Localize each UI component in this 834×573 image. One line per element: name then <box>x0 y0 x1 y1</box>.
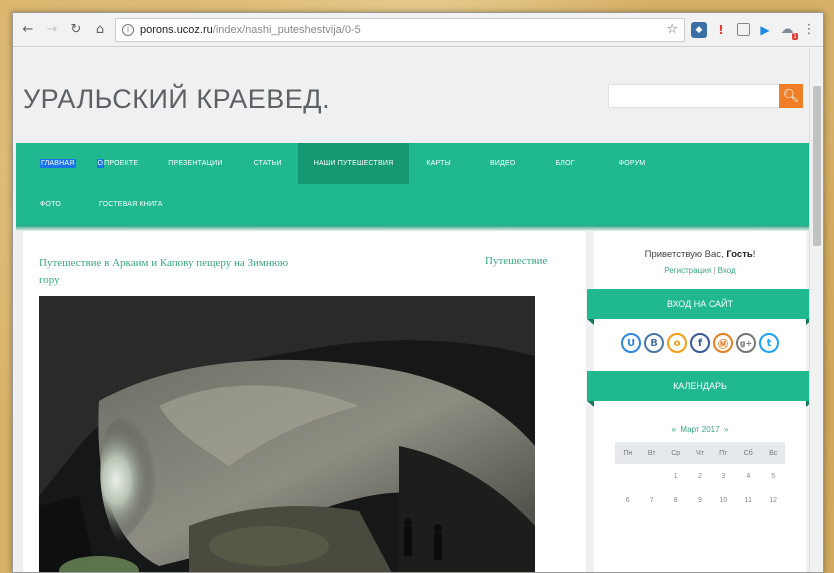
main-content: Путешествие в Аркаим и Капову пещеру на … <box>23 231 586 572</box>
cave-photo <box>39 296 535 572</box>
nav-item-blog[interactable]: БЛОГ <box>536 143 595 184</box>
reload-icon[interactable]: ↻ <box>67 21 85 39</box>
calendar-week-row: 1 2 3 4 5 <box>615 464 785 488</box>
calendar-day <box>641 464 663 488</box>
browser-toolbar: ← → ↻ ⌂ i porons.ucoz.ru/index/nashi_put… <box>13 13 823 47</box>
back-arrow-icon[interactable]: ← <box>19 21 37 39</box>
odnoklassniki-icon[interactable]: o <box>667 333 687 353</box>
mailru-icon[interactable]: Ⓜ <box>713 333 733 353</box>
nav-item-forum[interactable]: ФОРУМ <box>595 143 666 184</box>
nav-item-guestbook[interactable]: ГОСТЕВАЯ КНИГА <box>85 184 177 225</box>
forward-arrow-icon[interactable]: → <box>43 21 61 39</box>
nav-label: ГЛАВНАЯ <box>40 159 76 168</box>
shield-extension-icon[interactable]: ◆ <box>691 21 707 38</box>
link-separator: | <box>713 266 716 275</box>
weekday-label: Вт <box>640 442 663 464</box>
sidebar: Приветствую Вас, Гость! Регистрация | Вх… <box>587 231 809 572</box>
main-navigation: ГЛАВНАЯ О ПРОЕКТЕ ПРЕЗЕНТАЦИИ СТАТЬИ НАШ… <box>16 143 809 225</box>
home-icon[interactable]: ⌂ <box>91 21 109 39</box>
calendar-prev-link[interactable]: « <box>672 425 676 434</box>
weekday-label: Чт <box>688 442 712 464</box>
weekday-label: Вс <box>761 442 785 464</box>
weekday-label: Пт <box>711 442 736 464</box>
calendar-month-link[interactable]: Март 2017 <box>680 425 719 434</box>
calendar-day: 4 <box>746 472 751 480</box>
play-extension-icon[interactable]: ▶ <box>757 22 773 38</box>
calendar-day: 11 <box>744 496 752 504</box>
url-host: porons.ucoz.ru <box>140 23 213 36</box>
info-icon[interactable]: i <box>122 23 134 36</box>
calendar-day: 7 <box>649 496 654 504</box>
calendar-day: 3 <box>721 472 726 480</box>
nav-item-articles[interactable]: СТАТЬИ <box>240 143 298 184</box>
weekday-label: Сб <box>735 442 762 464</box>
greeting-suffix: ! <box>752 249 756 260</box>
bookmark-star-icon[interactable]: ☆ <box>666 22 678 37</box>
greeting-user: Гость <box>726 249 753 260</box>
register-link[interactable]: Регистрация <box>664 266 711 275</box>
ucoz-icon[interactable]: U <box>621 333 641 353</box>
social-login-icons: U B o f Ⓜ g+ t <box>615 333 785 353</box>
search-button[interactable]: 🔍︎ <box>779 84 803 108</box>
calendar-day: 8 <box>673 496 678 504</box>
site-header: УРАЛЬСКИЙ КРАЕВЕД. 🔍︎ <box>13 48 809 143</box>
calendar-block-title: КАЛЕНДАРЬ <box>587 371 809 407</box>
calendar-day: 10 <box>719 496 728 504</box>
nav-item-about[interactable]: О ПРОЕКТЕ <box>89 143 155 184</box>
calendar-day: 9 <box>698 496 702 504</box>
calendar-day <box>615 464 641 488</box>
nav-item-video[interactable]: ВИДЕО <box>470 143 536 184</box>
alert-extension-icon[interactable]: ! <box>713 22 729 38</box>
greeting: Приветствую Вас, Гость! <box>594 249 806 260</box>
scrollbar-thumb[interactable] <box>813 86 821 246</box>
calendar-day: 12 <box>769 496 778 504</box>
address-bar[interactable]: i porons.ucoz.ru/index/nashi_puteshestvi… <box>115 17 685 42</box>
nav-label-highlight: О <box>96 159 105 168</box>
box-extension-icon[interactable] <box>735 22 751 38</box>
vk-icon[interactable]: B <box>644 333 664 353</box>
nav-row-1: ГЛАВНАЯ О ПРОЕКТЕ ПРЕЗЕНТАЦИИ СТАТЬИ НАШ… <box>16 143 665 184</box>
menu-dots-icon[interactable]: ⋮ <box>801 22 817 38</box>
nav-item-travels[interactable]: НАШИ ПУТЕШЕСТВИЯ <box>297 143 410 184</box>
calendar-table: Пн Вт Ср Чт Пт Сб Вс 1 2 3 4 5 6 7 8 9 1… <box>615 442 785 512</box>
post-category-link[interactable]: Путешествие <box>485 255 547 267</box>
calendar-day: 6 <box>625 496 630 504</box>
page-viewport: УРАЛЬСКИЙ КРАЕВЕД. 🔍︎ ГЛАВНАЯ О ПРОЕКТЕ … <box>13 48 809 572</box>
search-icon: 🔍︎ <box>782 88 800 104</box>
calendar-month-nav: « Март 2017 » <box>594 425 806 434</box>
calendar-weekday-row: Пн Вт Ср Чт Пт Сб Вс <box>615 442 785 464</box>
url-path: /index/nashi_puteshestvija/0-5 <box>212 23 361 36</box>
nav-item-presentations[interactable]: ПРЕЗЕНТАЦИИ <box>154 143 239 184</box>
nav-item-photo[interactable]: ФОТО <box>16 184 85 225</box>
login-block-title: ВХОД НА САЙТ <box>587 289 809 325</box>
nav-item-home[interactable]: ГЛАВНАЯ <box>16 143 89 184</box>
post-title-link[interactable]: Путешествие в Аркаим и Капову пещеру на … <box>39 255 289 289</box>
nav-item-maps[interactable]: КАРТЫ <box>409 143 470 184</box>
page-scrollbar[interactable] <box>809 48 823 572</box>
twitter-icon[interactable]: t <box>759 333 779 353</box>
nav-row-2: ФОТО ГОСТЕВАЯ КНИГА <box>16 184 177 225</box>
cave-photo-drawing <box>39 296 535 572</box>
calendar-day: 5 <box>771 472 776 480</box>
nav-label: ПРОЕКТЕ <box>104 160 139 167</box>
weekday-label: Ср <box>662 442 689 464</box>
site-title[interactable]: УРАЛЬСКИЙ КРАЕВЕД. <box>23 84 330 115</box>
calendar-next-link[interactable]: » <box>724 425 728 434</box>
calendar-week-row: 6 7 8 9 10 11 12 <box>615 488 785 512</box>
cloud-extension-icon[interactable]: ☁ 1 <box>779 22 798 40</box>
google-plus-icon[interactable]: g+ <box>736 333 756 353</box>
calendar-day: 2 <box>698 472 702 480</box>
greeting-prefix: Приветствую Вас, <box>644 249 727 260</box>
calendar-day: 1 <box>673 472 678 480</box>
url-text[interactable]: porons.ucoz.ru/index/nashi_puteshestvija… <box>140 24 660 36</box>
search-input[interactable] <box>608 84 780 108</box>
login-link[interactable]: Вход <box>718 266 736 275</box>
facebook-icon[interactable]: f <box>690 333 710 353</box>
browser-window: ← → ↻ ⌂ i porons.ucoz.ru/index/nashi_put… <box>12 12 824 573</box>
auth-links: Регистрация | Вход <box>594 266 806 275</box>
weekday-label: Пн <box>615 442 641 464</box>
